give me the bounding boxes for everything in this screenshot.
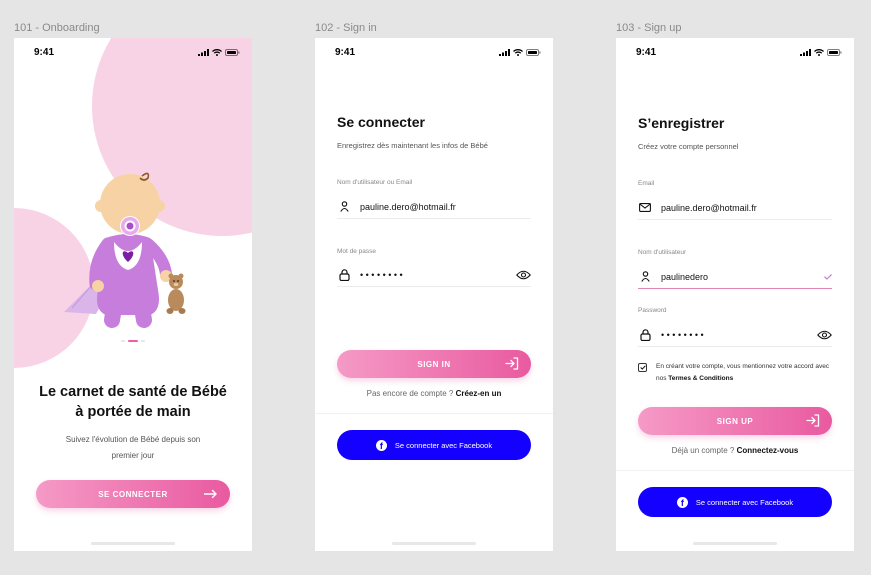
facebook-login-label: Se connecter avec Facebook <box>695 497 794 507</box>
check-icon <box>824 273 832 280</box>
signal-icon <box>198 48 209 56</box>
status-bar: 9:41 <box>315 38 553 66</box>
terms-row: En créant votre compte, vous mentionnez … <box>638 361 832 385</box>
connect-link[interactable]: Connectez-vous <box>737 446 799 455</box>
facebook-icon: f <box>676 496 688 508</box>
email-label: Email <box>638 180 655 187</box>
sign-in-label: SIGN IN <box>417 359 451 369</box>
sign-in-button[interactable]: SIGN IN <box>337 350 531 378</box>
lock-icon <box>338 268 350 281</box>
facebook-login-button[interactable]: f Se connecter avec Facebook <box>337 430 531 460</box>
baby-illustration <box>64 172 186 328</box>
page-title: Se connecter <box>337 114 425 130</box>
pager-dots <box>14 340 252 342</box>
se-connecter-label: SE CONNECTER <box>98 489 168 499</box>
email-value: pauline.dero@hotmail.fr <box>661 202 757 213</box>
home-indicator <box>693 542 777 545</box>
status-bar: 9:41 <box>616 38 854 66</box>
signin-screen: 9:41 Se connecter Enregistrez dès mainte… <box>315 38 553 551</box>
username-field[interactable]: pauline.dero@hotmail.fr <box>337 195 531 219</box>
username-label: Nom d'utilisateur ou Email <box>337 179 413 186</box>
divider <box>315 413 553 414</box>
wifi-icon <box>814 48 824 56</box>
battery-icon <box>526 48 541 56</box>
eye-icon[interactable] <box>817 330 832 340</box>
pager-dot-active[interactable] <box>128 340 138 342</box>
check-icon <box>639 365 646 370</box>
email-field[interactable]: pauline.dero@hotmail.fr <box>638 196 832 220</box>
battery-icon <box>225 48 240 56</box>
onboarding-screen: 9:41 Le carnet de santé de Bébé à portée… <box>14 38 252 551</box>
sign-up-button[interactable]: SIGN UP <box>638 407 832 435</box>
home-indicator <box>91 542 175 545</box>
password-value: •••••••• <box>661 329 707 340</box>
terms-link[interactable]: Termes & Conditions <box>668 375 733 382</box>
signup-prompt: Pas encore de compte ? Créez-en un <box>366 389 502 398</box>
mail-icon <box>639 203 651 212</box>
signal-icon <box>800 48 811 56</box>
create-account-link[interactable]: Créez-en un <box>456 389 502 398</box>
username-label: Nom d'utilisateur <box>638 249 687 256</box>
lock-icon <box>639 328 651 341</box>
signal-icon <box>499 48 510 56</box>
user-icon <box>339 201 349 212</box>
battery-icon <box>827 48 842 56</box>
password-value: •••••••• <box>360 269 406 280</box>
username-value: pauline.dero@hotmail.fr <box>360 201 456 212</box>
frame-label-onboarding: 101 - Onboarding <box>14 22 100 34</box>
wifi-icon <box>212 48 222 56</box>
password-label: Password <box>638 307 667 314</box>
page-subtitle: Créez votre compte personnel <box>638 142 739 151</box>
wifi-icon <box>513 48 523 56</box>
sign-up-label: SIGN UP <box>716 416 754 426</box>
username-field[interactable]: paulinedero <box>638 265 832 289</box>
se-connecter-button[interactable]: SE CONNECTER <box>36 480 230 508</box>
divider <box>616 470 854 471</box>
signup-screen: 9:41 S’enregistrer Créez votre compte pe… <box>616 38 854 551</box>
username-value: paulinedero <box>661 271 709 282</box>
onboarding-title: Le carnet de santé de Bébé à portée de m… <box>39 384 227 420</box>
page-subtitle: Enregistrez dès maintenant les infos de … <box>337 141 488 150</box>
status-time: 9:41 <box>335 46 356 58</box>
frame-label-signin: 102 - Sign in <box>315 22 377 34</box>
signin-prompt: Déjà un compte ? Connectez-vous <box>671 446 799 455</box>
password-field[interactable]: •••••••• <box>337 263 531 287</box>
terms-checkbox[interactable] <box>638 363 647 372</box>
home-indicator <box>392 542 476 545</box>
status-time: 9:41 <box>636 46 657 58</box>
login-arrow-icon <box>806 414 820 427</box>
pager-dot[interactable] <box>141 340 145 342</box>
status-time: 9:41 <box>34 46 55 58</box>
page-title: S’enregistrer <box>638 115 725 131</box>
arrow-right-icon <box>204 489 217 499</box>
facebook-login-label: Se connecter avec Facebook <box>394 440 493 450</box>
onboarding-subtitle: Suivez l'évolution de Bébé depuis son pr… <box>65 435 201 460</box>
user-icon <box>640 271 650 282</box>
pager-dot[interactable] <box>121 340 125 342</box>
terms-text: En créant votre compte, vous mentionnez … <box>656 363 830 382</box>
facebook-login-button[interactable]: f Se connecter avec Facebook <box>638 487 832 517</box>
eye-icon[interactable] <box>516 270 531 280</box>
login-arrow-icon <box>505 357 519 370</box>
status-bar: 9:41 <box>14 38 252 66</box>
password-field[interactable]: •••••••• <box>638 323 832 347</box>
password-label: Mot de passe <box>337 248 377 255</box>
facebook-icon: f <box>375 439 387 451</box>
frame-label-signup: 103 - Sign up <box>616 22 682 34</box>
